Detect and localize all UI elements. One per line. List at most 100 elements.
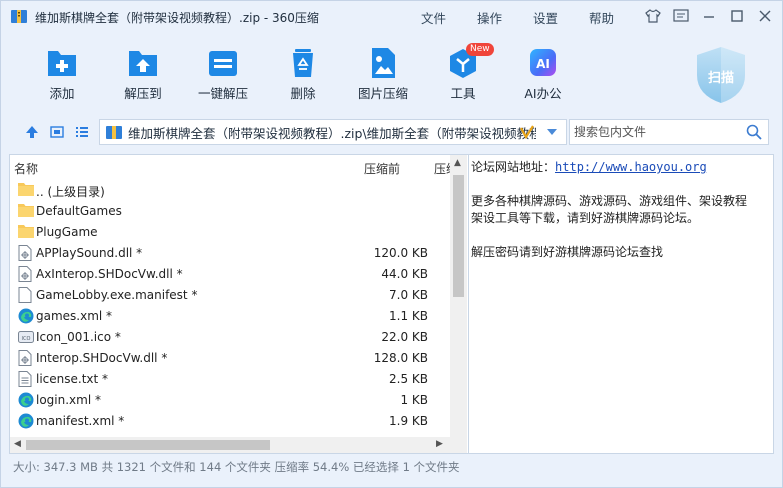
- one-click-extract-label: 一键解压: [197, 86, 248, 101]
- address-bar: 维加斯棋牌全套（附带架设视频教程）.zip\维加斯全套（附带架设视频教程）: [1, 117, 782, 147]
- delete-button[interactable]: 删除: [268, 47, 338, 102]
- scroll-left-icon[interactable]: ◀: [14, 439, 21, 449]
- vertical-scroll-thumb[interactable]: [453, 175, 464, 297]
- scan-button[interactable]: 扫描: [693, 47, 749, 105]
- window-controls: [642, 6, 776, 26]
- toolbar: 添加 解压到 一键解压 删除 图片压缩 New 工具 AI AI办公 扫描: [1, 37, 782, 111]
- tools-label: 工具: [450, 86, 476, 101]
- content-area: 名称 压缩前 压缩后 .. (上级目录) DefaultGames PlugGame…: [9, 154, 774, 454]
- file-row[interactable]: DefaultGames: [10, 201, 450, 222]
- up-arrow-icon[interactable]: [25, 125, 39, 139]
- minimize-button[interactable]: [698, 6, 720, 26]
- edge-xml-icon: [18, 413, 34, 430]
- file-row[interactable]: login.xml * 1 KB: [10, 390, 450, 411]
- svg-text:ICO: ICO: [22, 336, 31, 342]
- list-view-icon[interactable]: [75, 125, 89, 139]
- menu-operation[interactable]: 操作: [477, 8, 533, 27]
- message-icon: [673, 9, 689, 22]
- ai-office-icon: AI: [526, 47, 560, 79]
- path-field[interactable]: 维加斯棋牌全套（附带架设视频教程）.zip\维加斯全套（附带架设视频教程）: [99, 119, 567, 145]
- file-row[interactable]: PlugGame: [10, 222, 450, 243]
- menu-help[interactable]: 帮助: [589, 8, 645, 27]
- horizontal-scrollbar[interactable]: ◀ ▶: [10, 437, 467, 453]
- file-size: 120.0 KB: [373, 246, 428, 260]
- file-size: 1.9 KB: [389, 414, 428, 428]
- file-name: AxInterop.SHDocVw.dll *: [36, 267, 183, 281]
- delete-label: 删除: [290, 86, 316, 101]
- file-row[interactable]: APPlaySound.dll * 120.0 KB: [10, 243, 450, 264]
- image-compress-icon: [366, 47, 400, 79]
- comment-line-1: 论坛网站地址：http://www.haoyou.org: [471, 159, 773, 176]
- extract-to-label: 解压到: [124, 86, 162, 101]
- search-input[interactable]: [574, 123, 734, 141]
- file-row[interactable]: ICO Icon_001.ico * 22.0 KB: [10, 327, 450, 348]
- file-name: .. (上级目录): [36, 185, 105, 199]
- zip-app-icon: [11, 10, 27, 23]
- dll-file-icon: [18, 350, 34, 367]
- file-name: Interop.SHDocVw.dll *: [36, 351, 168, 365]
- image-compress-button[interactable]: 图片压缩: [348, 47, 418, 102]
- close-icon: [759, 10, 771, 22]
- edge-xml-icon: [18, 308, 34, 325]
- text-file-icon: [18, 371, 34, 388]
- scroll-right-icon[interactable]: ▶: [436, 439, 443, 449]
- chevron-down-icon[interactable]: [546, 128, 558, 136]
- scroll-up-icon[interactable]: ▲: [454, 158, 461, 168]
- vertical-scrollbar[interactable]: ▲: [450, 155, 467, 437]
- maximize-icon: [731, 10, 743, 22]
- comment-line-2: 更多各种棋牌源码、游戏源码、游戏组件、架设教程: [471, 194, 748, 208]
- feedback-button[interactable]: [670, 6, 692, 26]
- maximize-button[interactable]: [726, 6, 748, 26]
- menu-file[interactable]: 文件: [421, 8, 477, 27]
- file-name: manifest.xml *: [36, 414, 125, 428]
- file-row[interactable]: .. (上级目录): [10, 180, 450, 201]
- tools-button[interactable]: New 工具: [428, 43, 498, 102]
- file-name: DefaultGames: [36, 204, 122, 218]
- app-window: 维加斯棋牌全套（附带架设视频教程）.zip - 360压缩 文件 操作 设置 帮…: [0, 0, 783, 488]
- extract-to-button[interactable]: 解压到: [108, 47, 178, 102]
- skin-button[interactable]: [642, 6, 664, 26]
- panel-divider[interactable]: [468, 155, 469, 453]
- new-badge: New: [466, 43, 494, 56]
- file-size: 22.0 KB: [381, 330, 428, 344]
- title-bar: 维加斯棋牌全套（附带架设视频教程）.zip - 360压缩 文件 操作 设置 帮…: [1, 1, 782, 31]
- search-icon[interactable]: [746, 124, 762, 140]
- column-size-before[interactable]: 压缩前: [364, 160, 400, 177]
- dll-file-icon: [18, 245, 34, 262]
- search-box: [569, 119, 769, 145]
- add-label: 添加: [49, 86, 75, 101]
- forum-link[interactable]: http://www.haoyou.org: [555, 160, 707, 174]
- thumbnail-view-icon[interactable]: [50, 125, 64, 139]
- document-icon: [18, 287, 34, 304]
- one-click-extract-button[interactable]: 一键解压: [188, 47, 258, 102]
- folder-icon: [18, 224, 34, 241]
- edge-xml-icon: [18, 392, 34, 409]
- close-button[interactable]: [754, 6, 776, 26]
- add-button[interactable]: 添加: [27, 47, 97, 102]
- file-size: 2.5 KB: [389, 372, 428, 386]
- file-size: 1.1 KB: [389, 309, 428, 323]
- file-row[interactable]: games.xml * 1.1 KB: [10, 306, 450, 327]
- dll-file-icon: [18, 266, 34, 283]
- file-row[interactable]: AxInterop.SHDocVw.dll * 44.0 KB: [10, 264, 450, 285]
- file-name: games.xml *: [36, 309, 113, 323]
- comment-line-3: 架设工具等下载，请到好游棋牌源码论坛。: [471, 211, 700, 225]
- ai-office-button[interactable]: AI AI办公: [508, 47, 578, 102]
- column-size-after[interactable]: 压缩后: [434, 160, 450, 177]
- list-header: 名称 压缩前 压缩后: [10, 155, 450, 179]
- file-row[interactable]: GameLobby.exe.manifest * 7.0 KB: [10, 285, 450, 306]
- ico-file-icon: ICO: [18, 329, 34, 346]
- ai-icon-text: AI: [536, 57, 550, 71]
- zip-archive-icon: [106, 126, 122, 139]
- file-name: PlugGame: [36, 225, 98, 239]
- file-row[interactable]: license.txt * 2.5 KB: [10, 369, 450, 390]
- file-row[interactable]: manifest.xml * 1.9 KB: [10, 411, 450, 432]
- checkmark-icon: [520, 125, 534, 139]
- shirt-icon: [645, 9, 661, 23]
- file-name: license.txt *: [36, 372, 109, 386]
- column-name[interactable]: 名称: [14, 160, 38, 177]
- menu-settings[interactable]: 设置: [533, 8, 589, 27]
- status-bar: 大小: 347.3 MB 共 1321 个文件和 144 个文件夹 压缩率 54…: [13, 460, 460, 474]
- horizontal-scroll-thumb[interactable]: [26, 440, 270, 450]
- file-row[interactable]: Interop.SHDocVw.dll * 128.0 KB: [10, 348, 450, 369]
